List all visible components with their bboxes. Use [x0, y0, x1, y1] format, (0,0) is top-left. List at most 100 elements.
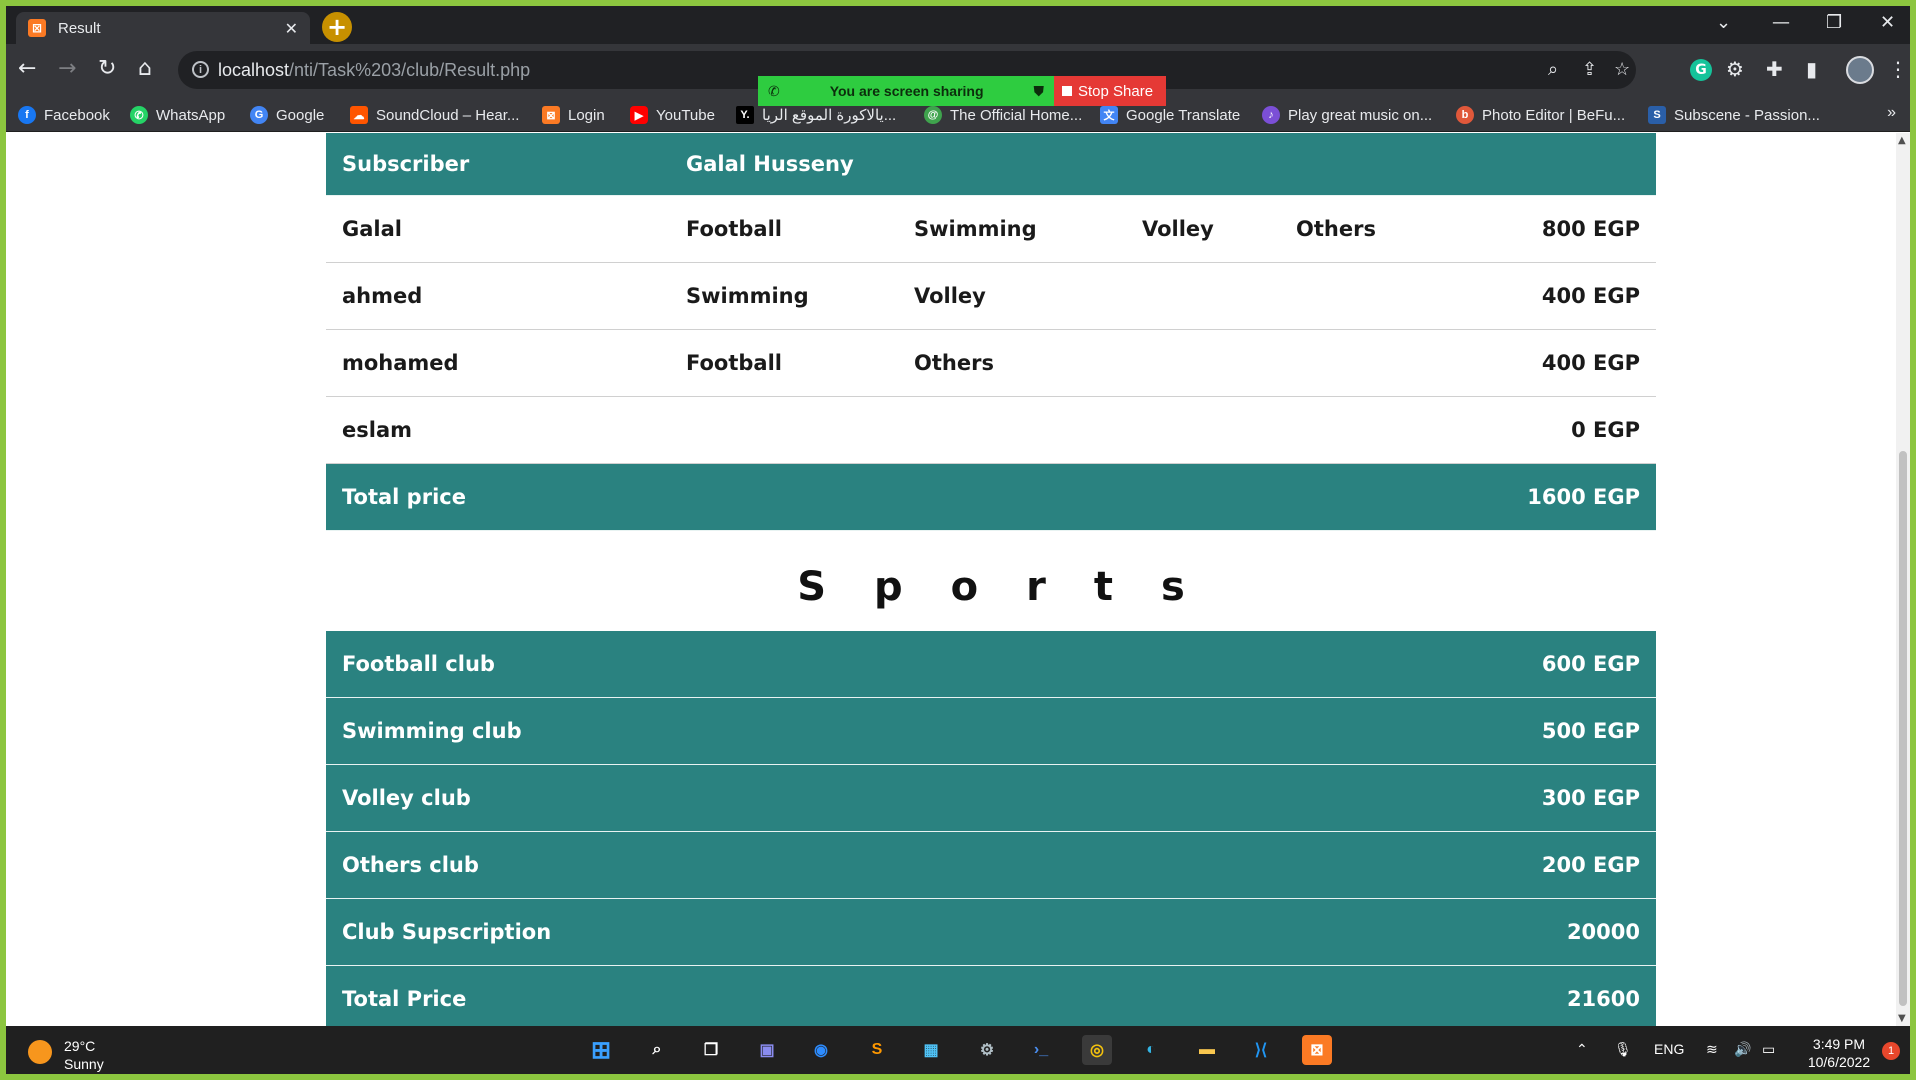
- forward-icon[interactable]: →: [58, 56, 76, 81]
- share-status: ✆ You are screen sharing ⛊: [758, 76, 1054, 106]
- bookmark-official-home[interactable]: @ The Official Home...: [924, 104, 1082, 126]
- side-panel-icon[interactable]: ▮: [1806, 57, 1817, 81]
- share-message: You are screen sharing: [829, 83, 984, 99]
- restore-button[interactable]: ❐: [1826, 12, 1842, 33]
- weather-sun-icon[interactable]: [28, 1040, 52, 1064]
- bookmark-label: Google: [276, 106, 325, 124]
- search-icon[interactable]: ⌕: [642, 1035, 672, 1065]
- extension-icon[interactable]: ⚙: [1726, 57, 1744, 81]
- tab-title: Result: [58, 19, 101, 37]
- vscode-icon[interactable]: ⟩⟨: [1246, 1035, 1276, 1065]
- soundcloud-icon: ☁: [350, 106, 368, 124]
- more-bookmarks-icon[interactable]: »: [1887, 104, 1896, 122]
- member-sport: Volley: [914, 284, 986, 308]
- zoom-icon[interactable]: ⌕: [1548, 59, 1558, 80]
- scroll-down-icon[interactable]: ▼: [1898, 1013, 1906, 1024]
- task-view-icon[interactable]: ❐: [696, 1035, 726, 1065]
- teams-chat-icon[interactable]: ▣: [752, 1035, 782, 1065]
- clock-date[interactable]: 10/6/2022: [1802, 1054, 1876, 1070]
- bookmark-photo-editor[interactable]: b Photo Editor | BeFu...: [1456, 104, 1625, 126]
- sport-row: Club Supscription 20000: [326, 899, 1656, 966]
- xampp-icon[interactable]: ⊠: [1302, 1035, 1332, 1065]
- language-indicator[interactable]: ENG: [1654, 1041, 1684, 1057]
- bookmark-label: The Official Home...: [950, 106, 1083, 124]
- home-icon[interactable]: ⌂: [138, 56, 152, 81]
- stop-share-button[interactable]: Stop Share: [1054, 76, 1166, 106]
- bookmark-label: Subscene - Passion...: [1674, 106, 1820, 124]
- microphone-icon[interactable]: 🎙: [1614, 1041, 1632, 1058]
- bookmark-facebook[interactable]: f Facebook: [18, 104, 110, 126]
- weather-condition[interactable]: Sunny: [64, 1056, 104, 1072]
- bookmark-soundcloud[interactable]: ☁ SoundCloud – Hear...: [350, 104, 519, 126]
- bookmark-login[interactable]: ⊠ Login: [542, 104, 605, 126]
- menu-icon[interactable]: ⋮: [1888, 57, 1908, 81]
- sport-row: Football club 600 EGP: [326, 631, 1656, 698]
- clock-time[interactable]: 3:49 PM: [1802, 1036, 1876, 1052]
- site-info-icon[interactable]: i: [192, 61, 209, 78]
- sport-label: Total Price: [342, 987, 467, 1011]
- subscriber-table: Subscriber Galal Husseny Galal Football …: [326, 133, 1656, 531]
- notification-badge[interactable]: 1: [1882, 1042, 1900, 1060]
- url-path: /nti/Task%203/club/Result.php: [289, 59, 531, 80]
- extensions-puzzle-icon[interactable]: ✚: [1766, 57, 1783, 81]
- chrome-icon[interactable]: ◎: [1082, 1035, 1112, 1065]
- subscriber-header-label: Subscriber: [342, 152, 470, 176]
- stop-share-label: Stop Share: [1078, 82, 1154, 100]
- bookmark-label: Login: [568, 106, 605, 124]
- whatsapp-icon: ✆: [130, 106, 148, 124]
- profile-avatar[interactable]: [1846, 56, 1874, 84]
- file-explorer-icon[interactable]: ▬: [1192, 1035, 1222, 1065]
- weather-temperature[interactable]: 29°C: [64, 1038, 95, 1054]
- show-hidden-icons[interactable]: ⌃: [1576, 1041, 1588, 1058]
- back-icon[interactable]: ←: [18, 56, 36, 81]
- wifi-icon[interactable]: ≋: [1706, 1041, 1718, 1058]
- bookmark-label: Photo Editor | BeFu...: [1482, 106, 1626, 124]
- bookmark-google-translate[interactable]: 文 Google Translate: [1100, 104, 1240, 126]
- bookmark-whatsapp[interactable]: ✆ WhatsApp: [130, 104, 225, 126]
- bookmark-google[interactable]: G Google: [250, 104, 324, 126]
- sport-value: 300 EGP: [1541, 786, 1640, 810]
- scroll-up-icon[interactable]: ▲: [1898, 135, 1906, 146]
- stop-icon: [1062, 86, 1072, 96]
- bookmark-label: يالاكورة الموقع الريا...: [762, 107, 897, 124]
- zoom-app-icon[interactable]: ◉: [806, 1035, 836, 1065]
- battery-icon[interactable]: ▭: [1762, 1041, 1775, 1058]
- close-window-button[interactable]: ✕: [1880, 12, 1895, 33]
- bookmark-youtube[interactable]: ▶ YouTube: [630, 104, 715, 126]
- grammarly-icon[interactable]: G: [1690, 59, 1712, 81]
- settings-gear-icon[interactable]: ⚙: [972, 1035, 1002, 1065]
- scrollbar-thumb[interactable]: [1899, 451, 1907, 1006]
- tab-search-icon[interactable]: ⌄: [1716, 12, 1731, 33]
- bookmark-label: Play great music on...: [1288, 106, 1433, 124]
- table-row: Galal Football Swimming Volley Others 80…: [326, 196, 1656, 263]
- edge-icon[interactable]: ◐: [1136, 1035, 1166, 1065]
- sport-total-row: Total Price 21600: [326, 966, 1656, 1026]
- microsoft-store-icon[interactable]: ▦: [916, 1035, 946, 1065]
- subscene-icon: S: [1648, 106, 1666, 124]
- bookmark-star-icon[interactable]: ☆: [1614, 59, 1630, 80]
- table-row: eslam 0 EGP: [326, 397, 1656, 464]
- close-tab-icon[interactable]: ✕: [285, 19, 298, 38]
- bookmark-play-music[interactable]: ♪ Play great music on...: [1262, 104, 1432, 126]
- start-icon[interactable]: ⊞: [586, 1035, 616, 1065]
- official-home-icon: @: [924, 106, 942, 124]
- share-icon[interactable]: ⇪: [1582, 59, 1597, 80]
- phone-icon: ✆: [768, 82, 780, 99]
- page-scrollbar[interactable]: ▲ ▼: [1896, 133, 1910, 1026]
- subscriber-header-name: Galal Husseny: [686, 152, 854, 176]
- bookmark-subscene[interactable]: S Subscene - Passion...: [1648, 104, 1820, 126]
- member-name: Galal: [342, 217, 402, 241]
- shield-icon: ⛊: [1033, 82, 1044, 99]
- xampp-icon: ⊠: [28, 19, 46, 37]
- browser-tab[interactable]: ⊠ Result ✕: [16, 12, 310, 44]
- bookmark-label: YouTube: [656, 106, 715, 124]
- new-tab-button[interactable]: +: [322, 12, 352, 42]
- minimize-button[interactable]: —: [1772, 12, 1790, 33]
- reload-icon[interactable]: ↻: [98, 56, 116, 81]
- sport-row: Others club 200 EGP: [326, 832, 1656, 899]
- sublime-text-icon[interactable]: S: [862, 1035, 892, 1065]
- member-name: eslam: [342, 418, 412, 442]
- powershell-icon[interactable]: ›_: [1026, 1035, 1056, 1065]
- volume-icon[interactable]: 🔊: [1734, 1041, 1751, 1058]
- bookmark-yallakora[interactable]: Y. يالاكورة الموقع الريا...: [736, 104, 896, 126]
